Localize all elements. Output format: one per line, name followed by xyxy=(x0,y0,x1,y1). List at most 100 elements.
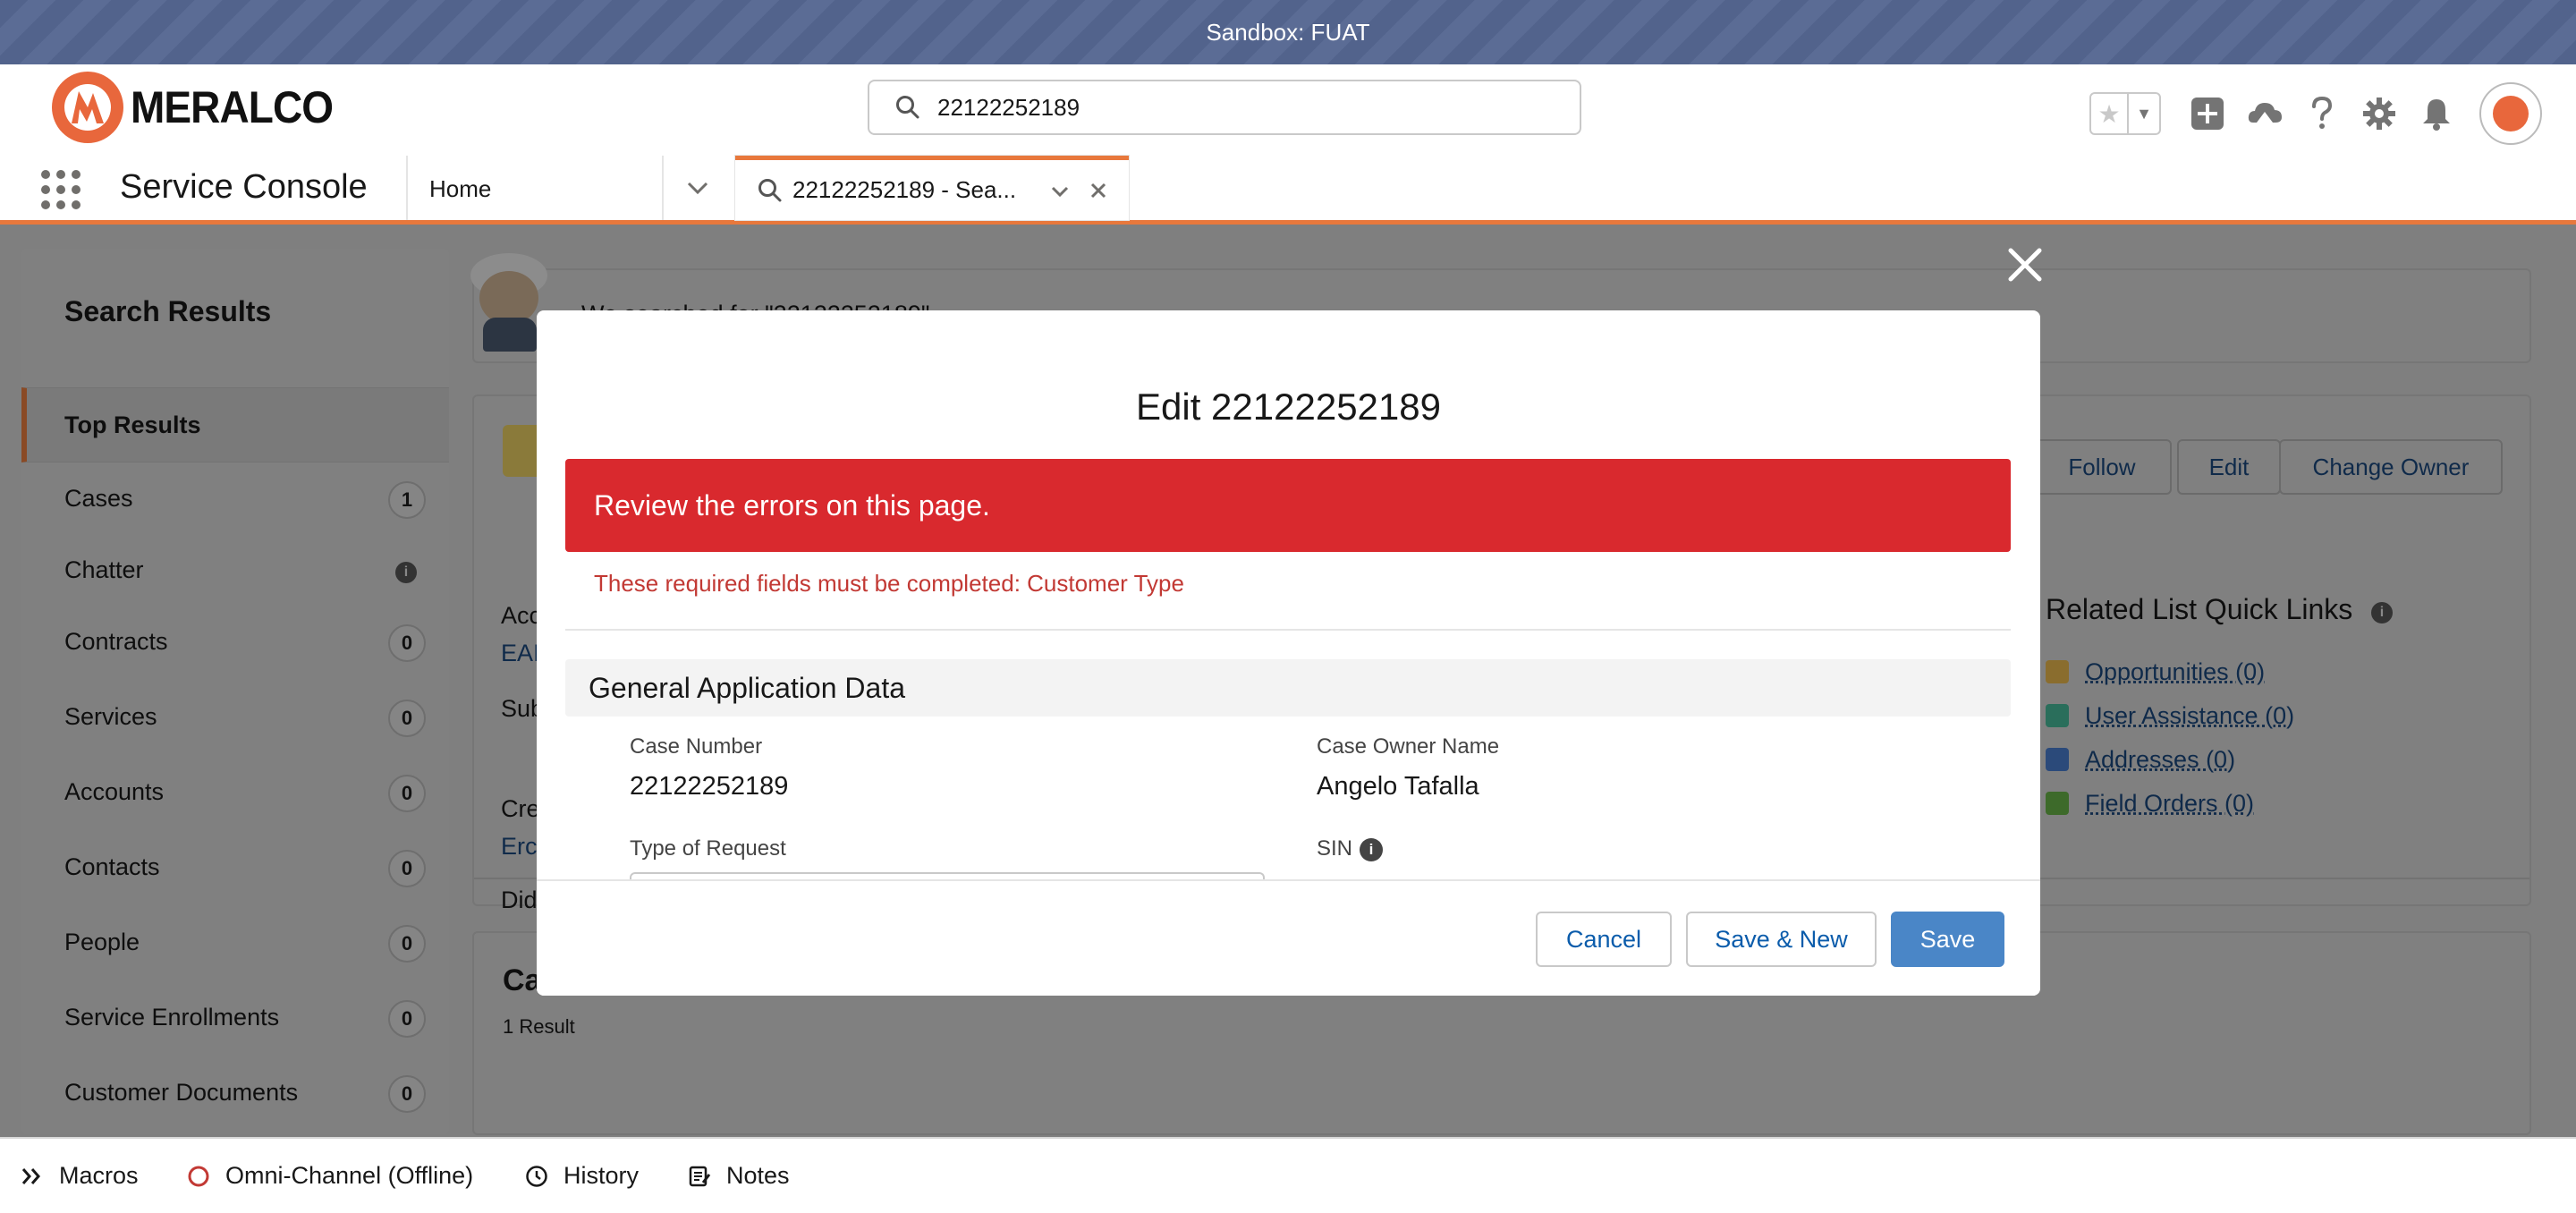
sin-label: SIN xyxy=(1317,836,1353,861)
sidebar-item-service-enrollments[interactable]: Service Enrollments 0 xyxy=(21,982,449,1057)
utility-item-label: Omni-Channel (Offline) xyxy=(225,1162,474,1189)
sidebar-item-chatter[interactable]: Chatter i xyxy=(21,535,449,610)
setup-gear-icon[interactable] xyxy=(2360,94,2399,133)
error-banner: Review the errors on this page. xyxy=(565,459,2011,552)
sandbox-label: Sandbox: FUAT xyxy=(1206,18,1370,46)
save-and-new-button-label: Save & New xyxy=(1715,925,1848,953)
console-nav-bar: Service Console Home 22122252189 - Sea..… xyxy=(0,156,2576,225)
nav-divider xyxy=(406,156,408,220)
tab-close-icon[interactable] xyxy=(1086,178,1111,203)
sidebar-item-label: Top Results xyxy=(64,411,201,438)
wrench-icon xyxy=(2046,704,2069,727)
quick-link-field-orders[interactable]: Field Orders (0) xyxy=(2046,787,2254,819)
utility-item-label: History xyxy=(564,1162,640,1189)
notifications-bell-icon[interactable] xyxy=(2417,94,2456,133)
sidebar-item-label: Chatter xyxy=(64,556,144,583)
field-order-icon xyxy=(2046,792,2069,815)
edit-button-label: Edit xyxy=(2208,453,2250,480)
save-and-new-button[interactable]: Save & New xyxy=(1686,912,1877,967)
sin-info-icon[interactable]: i xyxy=(1360,838,1383,861)
modal-title: Edit 22122252189 xyxy=(1136,386,1441,428)
trailhead-icon[interactable] xyxy=(2245,94,2284,133)
global-header: MERALCO 22122252189 ★ ▼ xyxy=(0,64,2576,157)
type-of-request-label: Type of Request xyxy=(630,836,786,861)
edit-case-modal: Edit 22122252189 Review the errors on th… xyxy=(537,310,2040,996)
save-button[interactable]: Save xyxy=(1891,912,2004,967)
sidebar-item-label: Cases xyxy=(64,485,133,512)
section-general-application-data[interactable]: General Application Data xyxy=(565,659,2011,717)
global-search-input[interactable]: 22122252189 xyxy=(868,80,1581,135)
quick-links-title: Related List Quick Links xyxy=(2046,593,2353,625)
tab-label: 22122252189 - Sea... xyxy=(792,176,1017,203)
field-label-did: Did xyxy=(501,886,538,913)
help-icon[interactable] xyxy=(2302,94,2342,133)
sidebar-item-cases[interactable]: Cases 1 xyxy=(21,463,449,539)
favorite-star-icon[interactable]: ★ xyxy=(2091,94,2127,133)
macros-icon xyxy=(20,1164,45,1189)
quick-link-label: Addresses (0) xyxy=(2085,745,2236,773)
modal-close-icon[interactable] xyxy=(2004,243,2046,286)
utility-item-label: Macros xyxy=(59,1162,139,1189)
sidebar-item-contracts[interactable]: Contracts 0 xyxy=(21,606,449,682)
utility-item-macros[interactable]: Macros xyxy=(20,1139,139,1213)
case-owner-label: Case Owner Name xyxy=(1317,734,1500,759)
opportunity-icon xyxy=(2046,660,2069,683)
sidebar-item-contacts[interactable]: Contacts 0 xyxy=(21,832,449,907)
info-icon: i xyxy=(2371,602,2393,623)
case-number-value: 22122252189 xyxy=(630,772,789,801)
sidebar-item-top-results[interactable]: Top Results xyxy=(21,387,449,462)
field-value-cre[interactable]: Erc xyxy=(501,833,538,861)
header-utility-icons: ★ ▼ xyxy=(2089,82,2542,145)
logo-text: MERALCO xyxy=(131,82,334,132)
utility-item-notes[interactable]: Notes xyxy=(687,1139,790,1213)
save-button-label: Save xyxy=(1919,925,1976,953)
omni-status-offline-icon xyxy=(186,1164,211,1189)
sidebar-item-people[interactable]: People 0 xyxy=(21,907,449,982)
app-launcher-icon[interactable] xyxy=(41,170,80,209)
section-title: General Application Data xyxy=(589,671,905,704)
field-value-acc[interactable]: EAI xyxy=(501,640,540,667)
count-badge: 0 xyxy=(388,1075,426,1113)
cancel-button[interactable]: Cancel xyxy=(1536,912,1672,967)
sidebar-item-accounts[interactable]: Accounts 0 xyxy=(21,757,449,832)
search-icon xyxy=(758,178,782,201)
utility-item-omni-channel[interactable]: Omni-Channel (Offline) xyxy=(186,1139,473,1213)
error-banner-text: Review the errors on this page. xyxy=(594,488,990,522)
info-icon: i xyxy=(395,562,417,583)
sidebar-item-label: People xyxy=(64,929,140,955)
edit-button[interactable]: Edit xyxy=(2177,439,2281,495)
favorites-dropdown-icon[interactable]: ▼ xyxy=(2127,94,2159,133)
app-name: Service Console xyxy=(120,168,368,206)
quick-link-user-assistance[interactable]: User Assistance (0) xyxy=(2046,700,2294,732)
favorites-group: ★ ▼ xyxy=(2089,92,2161,135)
quick-link-addresses[interactable]: Addresses (0) xyxy=(2046,743,2235,776)
quick-link-label: User Assistance (0) xyxy=(2085,701,2295,729)
quick-link-label: Opportunities (0) xyxy=(2085,657,2266,685)
quick-link-opportunities[interactable]: Opportunities (0) xyxy=(2046,656,2265,688)
user-avatar[interactable] xyxy=(2479,82,2542,145)
utility-bar: Macros Omni-Channel (Offline) History No… xyxy=(0,1137,2576,1213)
sidebar-item-label: Contacts xyxy=(64,853,160,880)
search-results-sidebar: Search Results Top Results Cases 1 Chatt… xyxy=(21,249,449,1134)
case-owner-value: Angelo Tafalla xyxy=(1317,772,1479,801)
sidebar-title: Search Results xyxy=(64,295,272,327)
sidebar-item-customer-documents[interactable]: Customer Documents 0 xyxy=(21,1057,449,1132)
change-owner-button-label: Change Owner xyxy=(2312,453,2470,480)
global-actions-icon[interactable] xyxy=(2188,94,2227,133)
utility-item-label: Notes xyxy=(726,1162,790,1189)
tab-chevron-down-icon[interactable] xyxy=(1048,180,1072,203)
tab-search-results[interactable]: 22122252189 - Sea... xyxy=(735,156,1129,220)
sidebar-item-services[interactable]: Services 0 xyxy=(21,682,449,757)
case-number-label: Case Number xyxy=(630,734,763,759)
nav-home-tab[interactable]: Home xyxy=(429,175,491,203)
count-badge: 0 xyxy=(388,850,426,887)
change-owner-button[interactable]: Change Owner xyxy=(2279,439,2503,495)
follow-button-label: Follow xyxy=(2068,453,2136,480)
modal-footer: Cancel Save & New Save xyxy=(537,879,2040,996)
address-icon xyxy=(2046,748,2069,771)
quick-link-label: Field Orders (0) xyxy=(2085,789,2255,817)
sidebar-item-label: Service Enrollments xyxy=(64,1004,280,1031)
meralco-logo[interactable]: MERALCO xyxy=(52,72,351,143)
nav-menu-chevron-down-icon[interactable] xyxy=(682,172,714,204)
utility-item-history[interactable]: History xyxy=(524,1139,639,1213)
